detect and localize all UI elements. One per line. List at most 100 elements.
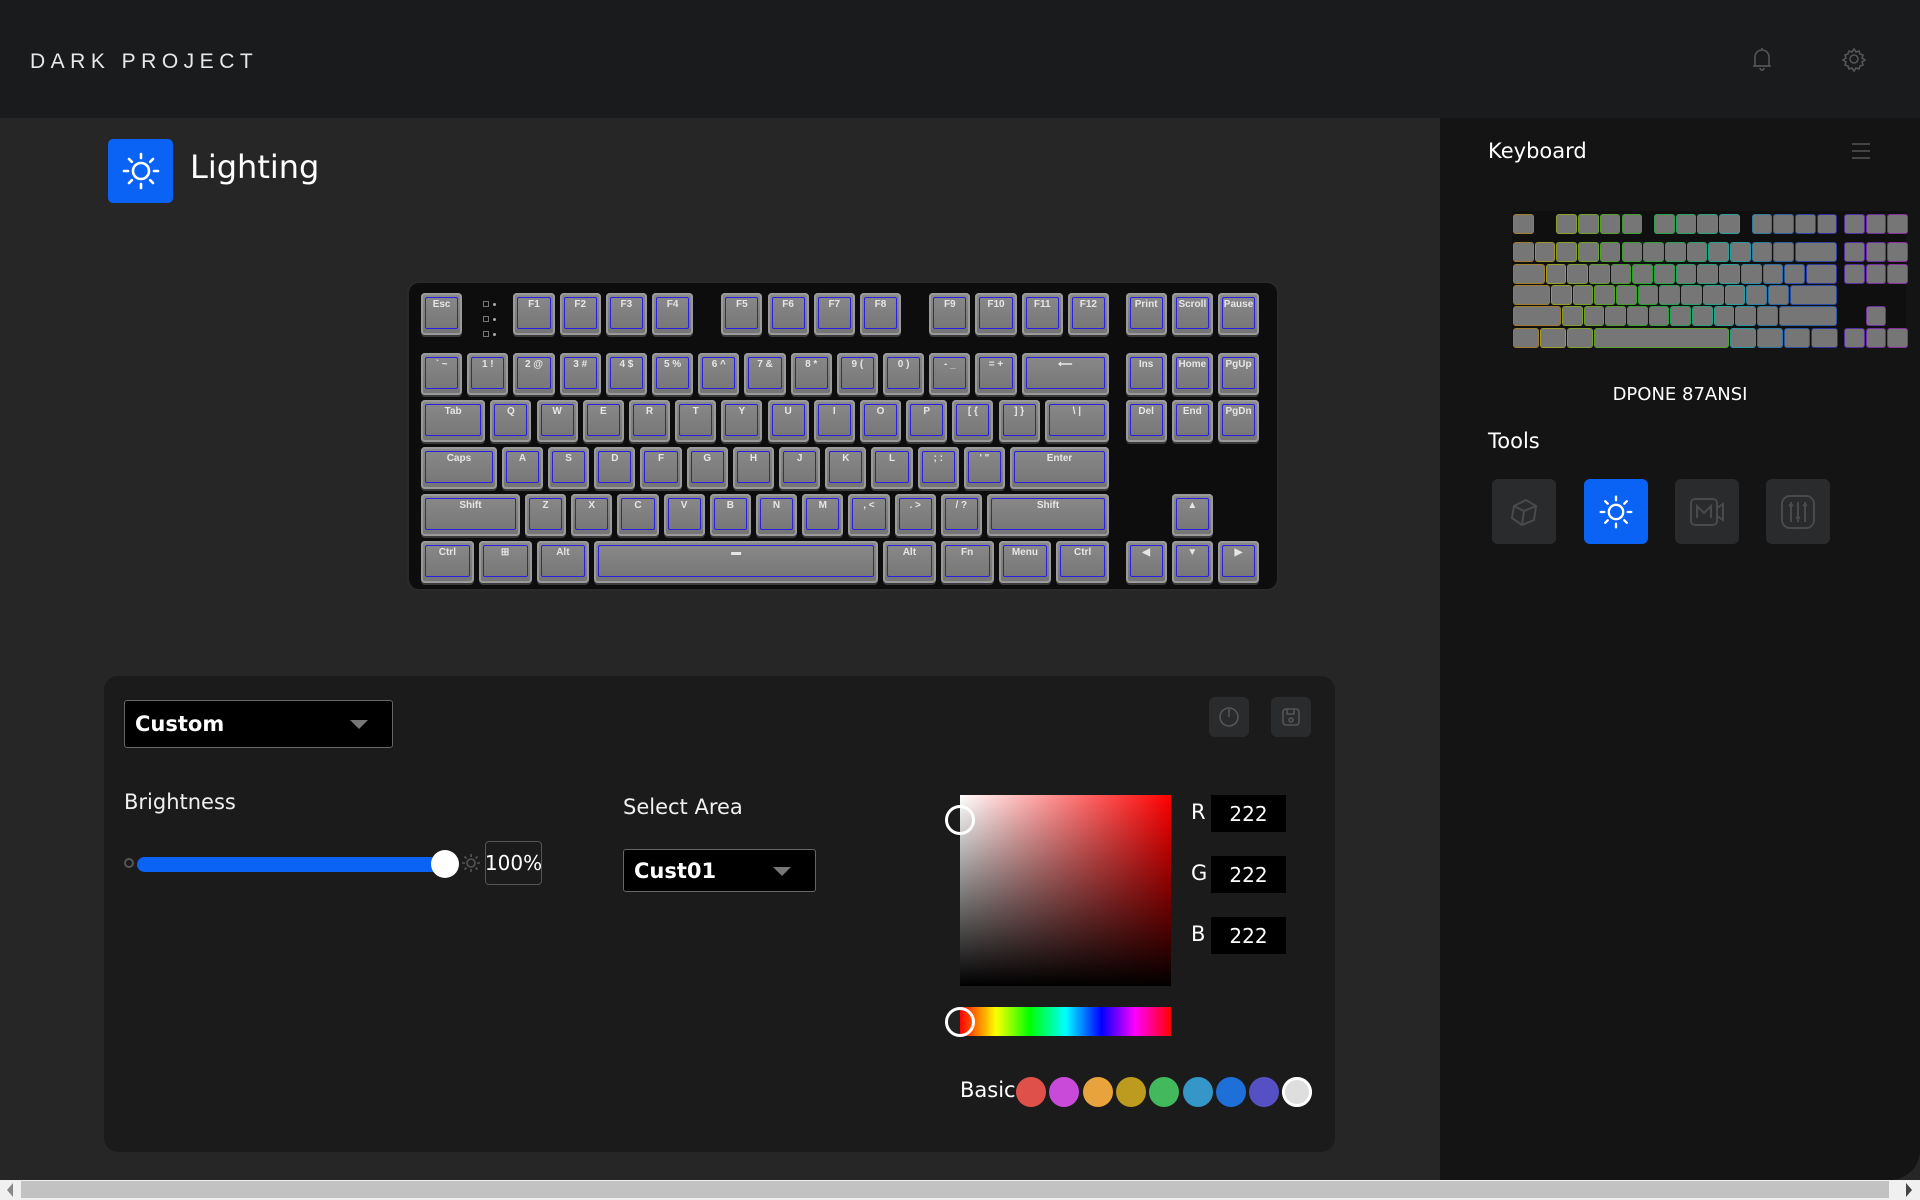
hue-slider-handle[interactable] [945,1007,975,1037]
key[interactable]: ▶ [1217,541,1260,583]
key[interactable]: F6 [767,293,809,335]
key[interactable]: Del [1125,400,1167,442]
key[interactable]: J [779,447,821,489]
key[interactable]: Caps [421,447,497,489]
key[interactable]: F9 [929,293,971,335]
key[interactable]: . > [894,494,936,536]
key[interactable]: C [617,494,659,536]
color-swatch[interactable] [1082,1077,1113,1107]
key[interactable]: - _ [929,353,971,395]
power-button[interactable] [1209,697,1249,737]
key[interactable]: F11 [1021,293,1063,335]
color-swatch[interactable] [1182,1077,1213,1107]
r-input[interactable]: 222 [1211,795,1286,832]
key[interactable]: Esc [421,293,463,335]
key[interactable]: U [767,400,809,442]
key[interactable]: ▼ [1171,541,1213,583]
tool-macro-button[interactable] [1675,479,1739,544]
brightness-slider[interactable] [137,857,445,872]
key[interactable]: \ | [1044,400,1109,442]
b-input[interactable]: 222 [1211,917,1286,954]
key[interactable]: D [594,447,636,489]
key[interactable]: F3 [605,293,647,335]
color-picker-handle[interactable] [945,805,975,835]
key[interactable]: R [628,400,671,442]
key[interactable]: F4 [652,293,694,335]
tool-performance-button[interactable] [1766,479,1830,544]
key[interactable]: Fn [940,541,994,583]
key[interactable]: H [732,447,775,489]
key[interactable]: ▲ [1171,494,1213,536]
key[interactable]: 9 ( [836,353,878,395]
color-saturation-square[interactable] [960,795,1171,986]
keyboard-preview[interactable] [1512,211,1907,348]
key[interactable]: , < [848,494,890,536]
color-swatch[interactable] [1016,1077,1046,1107]
key[interactable]: Pause [1217,293,1260,335]
tool-keycap-button[interactable] [1492,479,1556,544]
key[interactable]: Print [1125,293,1167,335]
key[interactable]: PgDn [1217,400,1260,442]
brightness-slider-thumb[interactable] [431,850,459,878]
key[interactable]: Shift [421,494,520,536]
key[interactable]: W [536,400,578,442]
key[interactable]: PgUp [1217,353,1260,395]
key[interactable]: ⟵ [1021,353,1109,395]
key[interactable]: Ctrl [421,541,474,583]
g-input[interactable]: 222 [1211,856,1286,893]
key[interactable]: Alt [883,541,936,583]
key[interactable]: V [663,494,705,536]
key[interactable]: B [709,494,751,536]
key[interactable]: End [1171,400,1213,442]
hue-slider[interactable] [960,1007,1171,1036]
gear-icon[interactable] [1839,44,1869,74]
scrollbar-thumb[interactable] [21,1181,1889,1198]
key[interactable]: ' " [963,447,1006,489]
key[interactable]: 3 # [559,353,601,395]
key[interactable]: Enter [1010,447,1109,489]
key[interactable]: ◀ [1125,541,1167,583]
key[interactable]: 0 ) [883,353,925,395]
key[interactable]: A [501,447,544,489]
key[interactable]: F [640,447,682,489]
key[interactable]: G [686,447,728,489]
key[interactable]: Scroll [1171,293,1213,335]
key[interactable]: Y [721,400,763,442]
key[interactable]: F1 [513,293,555,335]
key[interactable]: 1 ! [467,353,509,395]
key[interactable]: ; : [917,447,959,489]
tool-lighting-button[interactable] [1584,479,1648,544]
key[interactable]: F2 [559,293,601,335]
key[interactable]: S [548,447,590,489]
key[interactable]: T [675,400,717,442]
scroll-left-arrow[interactable] [7,1183,13,1197]
key[interactable]: F7 [813,293,855,335]
key[interactable]: Ctrl [1056,541,1109,583]
color-swatch[interactable] [1149,1077,1180,1107]
key[interactable]: Q [490,400,532,442]
key[interactable]: F5 [721,293,763,335]
key[interactable]: 4 $ [605,353,647,395]
color-swatch[interactable] [1115,1077,1146,1107]
key[interactable]: L [871,447,913,489]
key[interactable]: X [571,494,613,536]
key[interactable]: F12 [1067,293,1109,335]
key[interactable]: I [813,400,855,442]
key[interactable]: = + [975,353,1017,395]
key[interactable]: F8 [859,293,902,335]
key[interactable]: 2 @ [513,353,555,395]
key[interactable]: M [802,494,844,536]
key[interactable]: Alt [536,541,590,583]
key[interactable]: E [582,400,624,442]
key[interactable]: Menu [998,541,1052,583]
effect-dropdown[interactable]: Custom [124,700,393,748]
key[interactable]: 7 & [744,353,786,395]
key[interactable]: ⊞ [478,541,532,583]
key[interactable]: Shift [986,494,1109,536]
key[interactable]: Ins [1125,353,1167,395]
key[interactable]: ` ~ [421,353,463,395]
key[interactable]: 5 % [652,353,694,395]
menu-icon[interactable] [1852,142,1870,160]
key[interactable]: Z [524,494,567,536]
save-button[interactable] [1271,697,1311,737]
